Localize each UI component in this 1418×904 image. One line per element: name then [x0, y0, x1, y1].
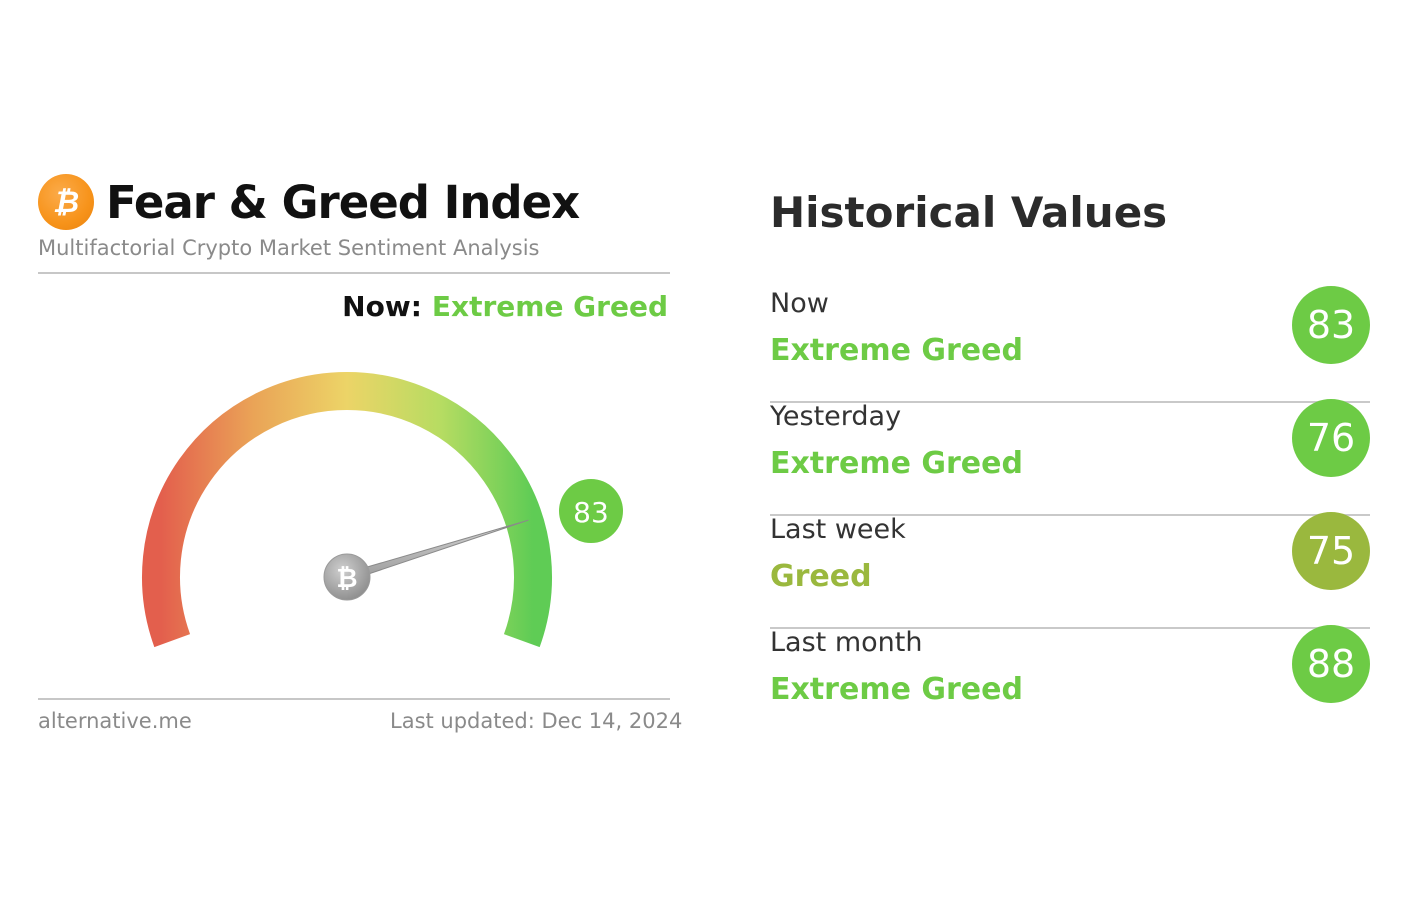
history-row-yesterday: Yesterday Extreme Greed 76: [770, 399, 1370, 516]
row-period: Last month: [770, 627, 923, 658]
bitcoin-icon: ₿: [38, 174, 94, 230]
history-row-last-week: Last week Greed 75: [770, 512, 1370, 629]
row-classification: Extreme Greed: [770, 446, 1023, 481]
last-updated: Last updated: Dec 14, 2024: [390, 709, 683, 733]
row-classification: Extreme Greed: [770, 333, 1023, 368]
history-row-last-month: Last month Extreme Greed 88: [770, 625, 1370, 740]
now-label: Now:: [342, 290, 422, 323]
row-classification: Extreme Greed: [770, 672, 1023, 707]
row-period: Now: [770, 288, 829, 319]
historical-values-panel: Historical Values Now Extreme Greed 83 Y…: [770, 0, 1372, 904]
footer-divider: [38, 698, 670, 700]
row-value-badge: 76: [1292, 399, 1370, 477]
history-row-now: Now Extreme Greed 83: [770, 286, 1370, 403]
row-period: Yesterday: [770, 401, 902, 432]
card-subtitle: Multifactorial Crypto Market Sentiment A…: [38, 236, 540, 260]
row-period: Last week: [770, 514, 906, 545]
source-link[interactable]: alternative.me: [38, 709, 192, 733]
header-divider: [38, 272, 670, 274]
card-title: Fear & Greed Index: [106, 176, 580, 229]
row-value-badge: 75: [1292, 512, 1370, 590]
sentiment-gauge: ₿ 83: [142, 372, 623, 648]
row-classification: Greed: [770, 559, 872, 594]
gauge-needle: [345, 519, 529, 582]
gauge-arc: [142, 372, 552, 648]
row-value-badge: 88: [1292, 625, 1370, 703]
now-status: Now: Extreme Greed: [342, 290, 668, 323]
historical-title: Historical Values: [770, 188, 1168, 237]
fear-greed-card: ₿ Fear & Greed Index Multifactorial Cryp…: [0, 0, 700, 904]
gauge-hub-bitcoin-icon: ₿: [336, 564, 357, 594]
now-value: Extreme Greed: [431, 290, 668, 323]
row-value-badge: 83: [1292, 286, 1370, 364]
gauge-value-text: 83: [573, 496, 609, 529]
svg-text:₿: ₿: [53, 185, 79, 220]
